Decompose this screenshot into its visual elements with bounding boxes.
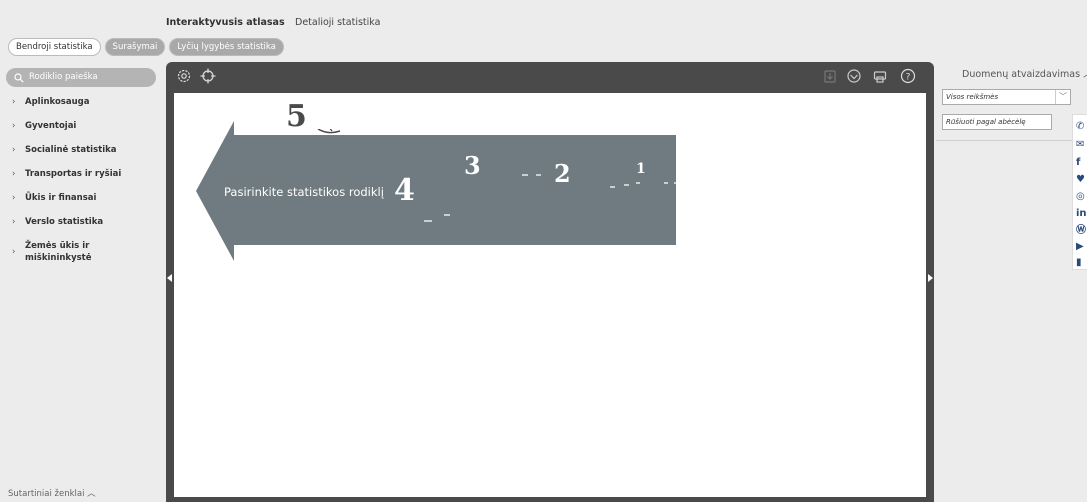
collapse-left-arrow[interactable] <box>167 274 172 282</box>
social-links-bar: ✆ ✉ f ♥ ◎ in Ⓦ ▶ ▮ <box>1072 114 1087 270</box>
wordpress-icon[interactable]: Ⓦ <box>1076 225 1086 237</box>
chevron-right-icon: › <box>12 145 16 155</box>
share-icon[interactable] <box>846 68 862 84</box>
legend-label: Sutartiniai ženklai <box>8 489 85 499</box>
sidebar-item-transport[interactable]: › Transportas ir ryšiai <box>12 168 160 192</box>
legend-toggle[interactable]: Sutartiniai ženklai ︿ <box>8 487 96 499</box>
value-filter-value: Visos reikšmės <box>946 93 999 101</box>
sort-value: Rūšiuoti pagal abėcėlę <box>946 118 1026 126</box>
sidebar-item-agriculture-forestry[interactable]: › Žemės ūkis ir miškininkystė <box>12 240 160 274</box>
sidebar-item-label: Socialinė statistika <box>25 145 117 155</box>
indicator-sidebar: Rodiklio paieška › Aplinkosauga › Gyventoj… <box>0 64 162 502</box>
running-trail-decoration <box>317 129 678 222</box>
sidebar-item-population[interactable]: › Gyventojai <box>12 120 160 144</box>
blog-icon[interactable]: ▮ <box>1076 257 1082 269</box>
nav-interactive-atlas[interactable]: Interaktyvusis atlasas <box>166 17 285 28</box>
sort-select[interactable]: Rūšiuoti pagal abėcėlę <box>942 114 1052 130</box>
tab-gender-equality[interactable]: Lyčių lygybės statistika <box>169 38 284 56</box>
linkedin-icon[interactable]: in <box>1076 208 1087 220</box>
chevron-right-icon: › <box>12 169 16 179</box>
sidebar-item-economy-finance[interactable]: › Ūkis ir finansai <box>12 192 160 216</box>
sidebar-item-business-statistics[interactable]: › Verslo statistika <box>12 216 160 240</box>
print-icon[interactable] <box>872 68 888 84</box>
tab-general-statistics[interactable]: Bendroji statistika <box>8 38 101 56</box>
collapse-right-arrow[interactable] <box>928 274 933 282</box>
instagram-icon[interactable]: ◎ <box>1076 191 1085 203</box>
data-display-panel: Duomenų atvaizdavimas ︿ Visos reikšmės ﹀… <box>936 62 1087 502</box>
top-navigation: Interaktyvusis atlasas Detalioji statist… <box>0 0 1087 36</box>
data-display-title: Duomenų atvaizdavimas <box>962 69 1081 80</box>
nav-detailed-statistics[interactable]: Detalioji statistika <box>295 17 380 28</box>
sidebar-item-label: Žemės ūkis ir miškininkystė <box>25 241 92 263</box>
download-icon[interactable] <box>822 68 838 84</box>
svg-text:?: ? <box>906 73 911 83</box>
twitter-icon[interactable]: ♥ <box>1076 174 1085 186</box>
divider <box>936 140 1087 141</box>
tab-censuses[interactable]: Surašymai <box>104 38 166 56</box>
chevron-right-icon: › <box>12 97 16 107</box>
sidebar-item-label: Verslo statistika <box>25 217 104 227</box>
mail-icon[interactable]: ✉ <box>1076 139 1084 151</box>
search-label: Rodiklio paieška <box>29 72 98 82</box>
chevron-right-icon: › <box>12 193 16 203</box>
sidebar-item-label: Ūkis ir finansai <box>25 193 97 203</box>
crosshair-icon[interactable] <box>200 68 216 84</box>
chevron-up-icon: ︿ <box>1083 69 1087 80</box>
statistics-tabs: Bendroji statistika Surašymai Lyčių lygy… <box>8 38 284 56</box>
indicator-search-button[interactable]: Rodiklio paieška <box>6 68 156 87</box>
data-display-toggle[interactable]: Duomenų atvaizdavimas ︿ <box>962 66 1087 80</box>
facebook-icon[interactable]: f <box>1076 157 1080 169</box>
category-list: › Aplinkosauga › Gyventojai › Socialinė sta… <box>12 96 160 274</box>
phone-icon[interactable]: ✆ <box>1076 121 1084 133</box>
sidebar-item-label: Gyventojai <box>25 121 77 131</box>
chevron-right-icon: › <box>12 121 16 131</box>
map-canvas[interactable]: Pasirinkite statistikos rodiklį 5 4 3 2 … <box>174 93 926 497</box>
sidebar-item-label: Transportas ir ryšiai <box>25 169 122 179</box>
chevron-right-icon: › <box>12 217 16 227</box>
search-icon <box>14 72 24 83</box>
youtube-icon[interactable]: ▶ <box>1076 241 1084 253</box>
sidebar-item-social-statistics[interactable]: › Socialinė statistika <box>12 144 160 168</box>
sidebar-item-label: Aplinkosauga <box>25 97 90 107</box>
chevron-up-icon: ︿ <box>87 489 96 499</box>
map-frame: ? Pasirinkite statistikos rodiklį 5 4 3 … <box>166 62 934 502</box>
gear-icon[interactable] <box>176 68 192 84</box>
help-icon[interactable]: ? <box>900 68 916 84</box>
chevron-down-icon: ﹀ <box>1055 90 1070 104</box>
sidebar-item-environment[interactable]: › Aplinkosauga <box>12 96 160 120</box>
value-filter-select[interactable]: Visos reikšmės ﹀ <box>942 89 1071 105</box>
chevron-right-icon: › <box>12 247 16 257</box>
